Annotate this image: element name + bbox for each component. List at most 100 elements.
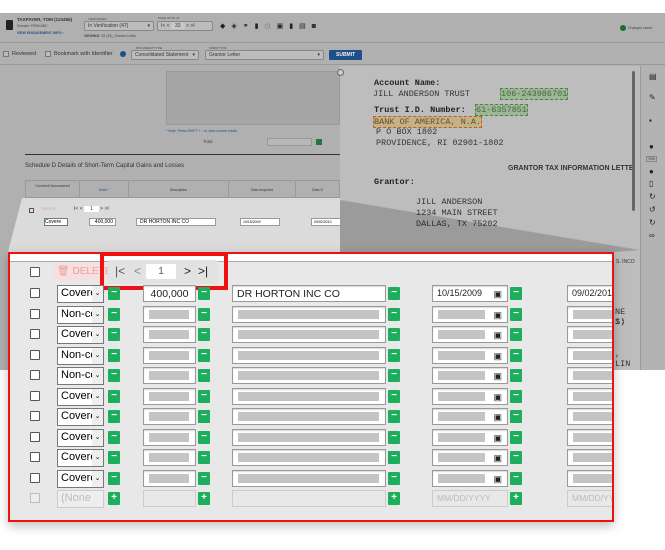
date-acquired-input[interactable]: ▣ — [432, 449, 508, 466]
remove-type-button[interactable]: − — [108, 430, 120, 444]
remove-units-button[interactable]: − — [198, 451, 210, 464]
units-input[interactable] — [143, 449, 196, 466]
remove-type-button[interactable]: − — [108, 287, 120, 300]
row-checkbox[interactable] — [30, 329, 40, 339]
remove-date-button[interactable]: − — [510, 287, 522, 300]
new-date-acquired-input[interactable]: MM/DD/YYYY — [432, 490, 508, 507]
remove-units-button[interactable]: − — [198, 307, 210, 321]
description-input[interactable] — [232, 305, 386, 323]
date-acquired-input[interactable]: ▣ — [432, 346, 508, 364]
date-acquired-input[interactable]: ▣ — [432, 387, 508, 405]
remove-date-button[interactable]: − — [510, 328, 522, 341]
covered-select[interactable]: Covere ⌄ — [57, 285, 104, 303]
date-sold-input[interactable] — [567, 449, 612, 466]
remove-date-button[interactable]: − — [510, 451, 522, 464]
select-all-checkbox-small[interactable] — [29, 208, 34, 213]
date-sold-input[interactable] — [567, 346, 612, 364]
remove-date-button[interactable]: − — [510, 348, 522, 362]
select-all-checkbox[interactable] — [30, 267, 40, 277]
units-input[interactable] — [143, 346, 196, 364]
type-select-small[interactable]: Covere — [44, 218, 68, 226]
calendar-icon[interactable]: ▣ — [493, 371, 502, 382]
add-type-button[interactable]: + — [108, 492, 120, 505]
covered-select[interactable]: Covere ⌄ — [57, 428, 104, 447]
remove-type-button[interactable]: − — [108, 369, 120, 382]
covered-select[interactable]: Non-cc ⌄ — [57, 305, 104, 324]
remove-date-button[interactable]: − — [510, 389, 522, 403]
row-checkbox[interactable] — [30, 411, 40, 421]
remove-units-button[interactable]: − — [198, 389, 210, 403]
page-input-small[interactable]: 1 — [84, 206, 99, 212]
units-input[interactable] — [143, 305, 196, 323]
calendar-icon[interactable]: ▣ — [493, 392, 502, 403]
date-sold-input[interactable] — [567, 428, 612, 446]
row-checkbox[interactable] — [30, 472, 40, 483]
remove-units-button[interactable]: − — [198, 328, 210, 341]
description-input[interactable] — [232, 449, 386, 466]
delete-button-small[interactable]: DELETE — [42, 207, 56, 211]
remove-description-button[interactable]: − — [388, 348, 400, 362]
remove-units-button[interactable]: − — [198, 471, 210, 485]
date-acquired-input[interactable]: ▣ — [432, 428, 508, 446]
row-checkbox[interactable] — [30, 349, 40, 360]
remove-description-button[interactable]: − — [388, 430, 400, 444]
remove-date-button[interactable]: − — [510, 471, 522, 485]
new-description-input[interactable] — [232, 490, 386, 507]
remove-type-button[interactable]: − — [108, 410, 120, 423]
add-date-button[interactable]: + — [510, 492, 522, 505]
date-sold-input[interactable] — [567, 326, 612, 343]
remove-units-button[interactable]: − — [198, 287, 210, 300]
row-checkbox[interactable] — [30, 288, 40, 298]
remove-date-button[interactable]: − — [510, 430, 522, 444]
remove-description-button[interactable]: − — [388, 451, 400, 464]
units-input[interactable] — [143, 387, 196, 405]
remove-units-button[interactable]: − — [198, 348, 210, 362]
units-input[interactable] — [143, 326, 196, 343]
row-checkbox[interactable] — [30, 308, 40, 319]
date-sold-input[interactable] — [567, 387, 612, 405]
remove-type-button[interactable]: − — [108, 451, 120, 464]
remove-description-button[interactable]: − — [388, 328, 400, 341]
remove-units-button[interactable]: − — [198, 410, 210, 423]
date-acquired-input[interactable]: ▣ — [432, 305, 508, 323]
remove-description-button[interactable]: − — [388, 389, 400, 403]
remove-type-button[interactable]: − — [108, 307, 120, 321]
units-input-small[interactable]: 400,000 — [89, 218, 116, 226]
row-checkbox[interactable] — [30, 390, 40, 401]
description-input[interactable] — [232, 326, 386, 343]
date-acquired-input[interactable]: ▣ — [432, 326, 508, 343]
pager-small[interactable]: I< < 1 > >I — [74, 206, 109, 212]
remove-description-button[interactable]: − — [388, 287, 400, 300]
remove-units-button[interactable]: − — [198, 369, 210, 382]
covered-select[interactable]: Covere ⌄ — [57, 469, 104, 488]
date-sold-input[interactable] — [567, 367, 612, 384]
description-input[interactable] — [232, 469, 386, 487]
description-input-small[interactable]: DR HORTON INC CO — [136, 218, 216, 226]
date-sold-input[interactable]: 09/02/2010 — [567, 285, 612, 302]
units-input[interactable] — [143, 428, 196, 446]
add-units-button[interactable]: + — [198, 492, 210, 505]
description-input[interactable]: DR HORTON INC CO — [232, 285, 386, 302]
description-input[interactable] — [232, 367, 386, 384]
remove-description-button[interactable]: − — [388, 369, 400, 382]
remove-date-button[interactable]: − — [510, 369, 522, 382]
remove-date-button[interactable]: − — [510, 307, 522, 321]
covered-select[interactable]: Non-cc ⌄ — [57, 346, 104, 365]
calendar-icon[interactable]: ▣ — [493, 289, 502, 300]
calendar-icon[interactable]: ▣ — [493, 433, 502, 444]
calendar-icon[interactable]: ▣ — [493, 474, 502, 485]
remove-description-button[interactable]: − — [388, 410, 400, 423]
remove-description-button[interactable]: − — [388, 307, 400, 321]
units-input[interactable] — [143, 367, 196, 384]
remove-description-button[interactable]: − — [388, 471, 400, 485]
covered-select[interactable]: Covere ⌄ — [57, 387, 104, 406]
date-acquired-input[interactable]: ▣ — [432, 469, 508, 487]
calendar-icon[interactable]: ▣ — [493, 351, 502, 362]
remove-type-button[interactable]: − — [108, 328, 120, 341]
new-covered-select[interactable]: (None — [57, 490, 104, 508]
description-input[interactable] — [232, 346, 386, 364]
calendar-icon[interactable]: ▣ — [493, 330, 502, 341]
new-row-checkbox[interactable] — [30, 493, 40, 503]
new-units-input[interactable] — [143, 490, 196, 507]
date-acquired-input[interactable]: ▣ — [432, 408, 508, 425]
